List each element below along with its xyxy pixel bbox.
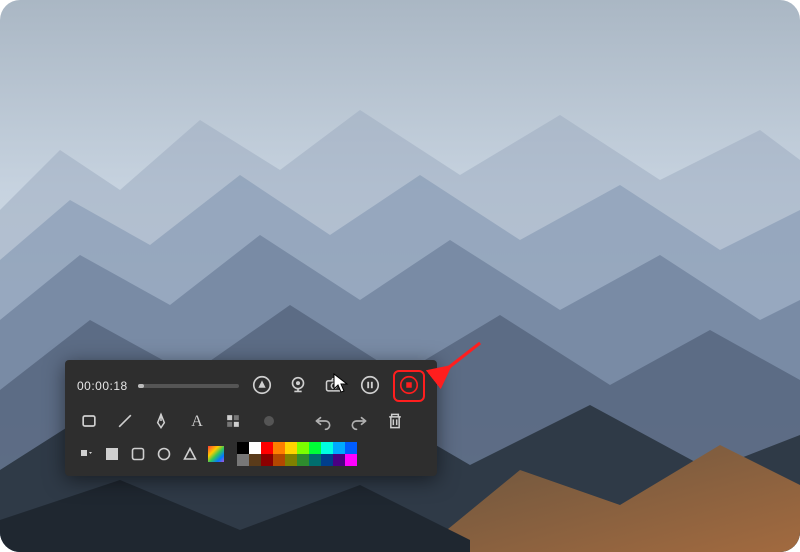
color-swatch[interactable] — [297, 442, 309, 454]
filled-square-shape[interactable] — [103, 445, 121, 463]
annotation-tools-row: A — [77, 410, 425, 434]
rectangle-tool-button[interactable] — [77, 410, 101, 434]
markup-icon — [251, 374, 273, 399]
color-swatch[interactable] — [333, 442, 345, 454]
text-icon: A — [191, 413, 203, 431]
redo-icon — [349, 411, 369, 434]
camera-icon — [324, 375, 344, 398]
color-swatch[interactable] — [285, 442, 297, 454]
color-swatch[interactable] — [237, 454, 249, 466]
thickness-dropdown[interactable] — [77, 445, 95, 463]
color-swatch[interactable] — [333, 454, 345, 466]
color-picker-button[interactable] — [207, 445, 225, 463]
color-swatch[interactable] — [249, 454, 261, 466]
color-swatch[interactable] — [321, 454, 333, 466]
shape-and-color-row — [77, 442, 425, 466]
webcam-button[interactable] — [285, 373, 311, 399]
rectangle-icon — [79, 411, 99, 434]
color-swatch[interactable] — [309, 442, 321, 454]
triangle-shape[interactable] — [181, 445, 199, 463]
color-swatch[interactable] — [309, 454, 321, 466]
webcam-icon — [287, 374, 309, 399]
line-icon — [115, 411, 135, 434]
color-swatch[interactable] — [273, 442, 285, 454]
recording-progress-bar[interactable] — [138, 384, 239, 388]
color-swatch[interactable] — [249, 442, 261, 454]
stop-icon — [398, 374, 420, 399]
mosaic-icon — [223, 411, 243, 434]
delete-button[interactable] — [383, 410, 407, 434]
stop-button[interactable] — [396, 373, 422, 399]
pen-tool-button[interactable] — [149, 410, 173, 434]
pause-button[interactable] — [357, 373, 383, 399]
recorder-controls-row: 00:00:18 — [77, 370, 425, 402]
recording-timer: 00:00:18 — [77, 379, 128, 393]
text-tool-button[interactable]: A — [185, 410, 209, 434]
screenshot-button[interactable] — [321, 373, 347, 399]
mosaic-tool-button[interactable] — [221, 410, 245, 434]
color-swatch[interactable] — [261, 442, 273, 454]
color-swatch[interactable] — [345, 442, 357, 454]
brush-icon — [259, 411, 279, 434]
undo-icon — [313, 411, 333, 434]
color-swatch[interactable] — [261, 454, 273, 466]
pen-icon — [151, 411, 171, 434]
color-swatch[interactable] — [285, 454, 297, 466]
redo-button[interactable] — [347, 410, 371, 434]
line-tool-button[interactable] — [113, 410, 137, 434]
color-swatch[interactable] — [321, 442, 333, 454]
screen-recorder-panel: 00:00:18 — [65, 360, 437, 476]
stop-button-highlight — [393, 370, 425, 402]
color-picker-icon — [208, 446, 224, 462]
circle-shape[interactable] — [155, 445, 173, 463]
trash-icon — [385, 411, 405, 434]
color-swatch[interactable] — [273, 454, 285, 466]
brush-tool-button[interactable] — [257, 410, 281, 434]
undo-button[interactable] — [311, 410, 335, 434]
pause-icon — [359, 374, 381, 399]
outline-square-shape[interactable] — [129, 445, 147, 463]
color-swatch[interactable] — [345, 454, 357, 466]
markup-button[interactable] — [249, 373, 275, 399]
color-palette — [237, 442, 357, 466]
color-swatch[interactable] — [237, 442, 249, 454]
color-swatch[interactable] — [297, 454, 309, 466]
